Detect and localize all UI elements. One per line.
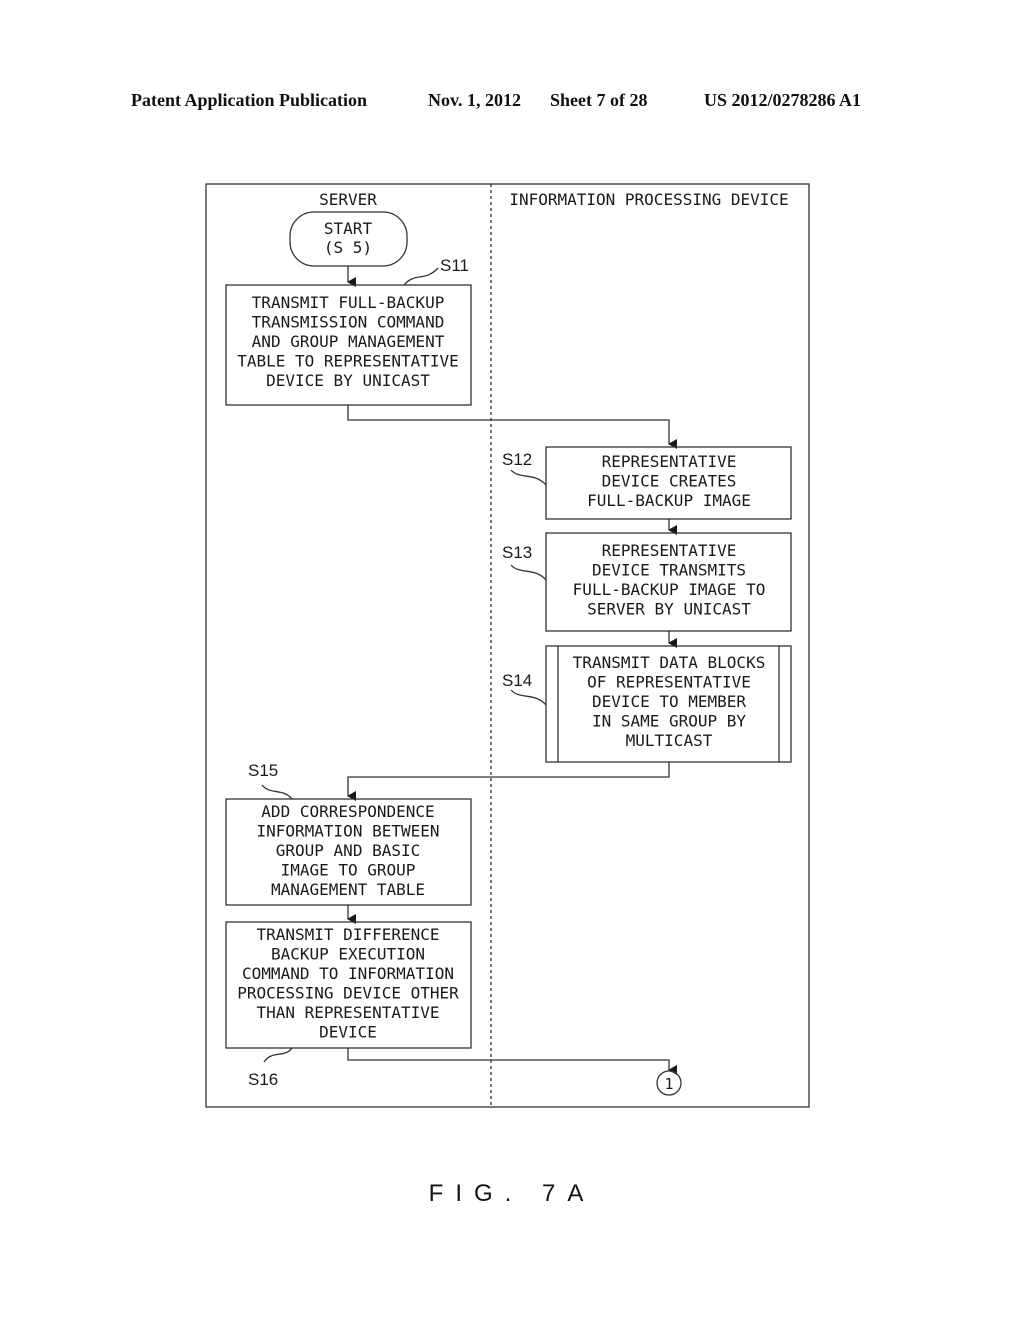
leader-s11 (403, 267, 439, 286)
step-s16-line: DEVICE (319, 1023, 377, 1042)
step-s15-line: MANAGEMENT TABLE (271, 880, 425, 899)
step-s13-text: REPRESENTATIVEDEVICE TRANSMITSFULL-BACKU… (573, 541, 766, 619)
step-s16-line: BACKUP EXECUTION (271, 945, 425, 964)
step-s15-line: GROUP AND BASIC (276, 841, 421, 860)
step-s13-line: FULL-BACKUP IMAGE TO (573, 580, 766, 599)
step-s13-line: SERVER BY UNICAST (587, 600, 751, 619)
step-s13-line: REPRESENTATIVE (602, 541, 737, 560)
step-s14-line: IN SAME GROUP BY (592, 712, 746, 731)
step-s14-line: OF REPRESENTATIVE (587, 673, 751, 692)
step-s15-line: IMAGE TO GROUP (281, 861, 416, 880)
step-s11-line: TRANSMISSION COMMAND (252, 313, 445, 332)
step-s12-line: FULL-BACKUP IMAGE (587, 491, 751, 510)
arrow-s14-s15 (347, 762, 670, 801)
step-s13-line: DEVICE TRANSMITS (592, 561, 746, 580)
step-s16-line: PROCESSING DEVICE OTHER (237, 984, 459, 1003)
step-s12-line: DEVICE CREATES (602, 472, 737, 491)
leader-s15 (261, 784, 293, 800)
lane-server-label: SERVER (319, 190, 377, 209)
step-s14-line: MULTICAST (626, 731, 713, 750)
leader-s16 (263, 1047, 293, 1063)
leader-s12 (510, 469, 547, 486)
leader-s13 (510, 564, 547, 581)
step-label-s11: S11 (440, 256, 469, 275)
step-s11-line: TRANSMIT FULL-BACKUP (252, 293, 445, 312)
step-label-s16: S16 (248, 1070, 278, 1089)
step-s15-line: INFORMATION BETWEEN (256, 822, 439, 841)
arrow-s16-connector (347, 1048, 677, 1075)
figure-label: FIG. 7A (428, 1180, 596, 1207)
step-s11-line: AND GROUP MANAGEMENT (252, 332, 445, 351)
step-s16-line: TRANSMIT DIFFERENCE (256, 925, 439, 944)
step-s11-text: TRANSMIT FULL-BACKUPTRANSMISSION COMMAND… (237, 293, 459, 390)
step-s15-line: ADD CORRESPONDENCE (261, 802, 434, 821)
flowchart: SERVER INFORMATION PROCESSING DEVICE STA… (205, 183, 810, 1108)
step-s12-text: REPRESENTATIVEDEVICE CREATESFULL-BACKUP … (587, 452, 751, 510)
step-s16-line: THAN REPRESENTATIVE (256, 1003, 439, 1022)
leader-s14 (510, 689, 547, 706)
step-s16-text: TRANSMIT DIFFERENCEBACKUP EXECUTIONCOMMA… (237, 925, 459, 1042)
lane-device-label: INFORMATION PROCESSING DEVICE (509, 190, 788, 209)
step-s11-line: DEVICE BY UNICAST (266, 371, 430, 390)
step-s14-text: TRANSMIT DATA BLOCKSOF REPRESENTATIVEDEV… (573, 653, 766, 750)
arrow-s11-s12 (347, 405, 677, 449)
step-label-s12: S12 (502, 450, 532, 469)
step-s15-text: ADD CORRESPONDENCEINFORMATION BETWEENGRO… (256, 802, 439, 899)
step-s11-line: TABLE TO REPRESENTATIVE (237, 352, 459, 371)
step-label-s14: S14 (502, 671, 532, 690)
start-ref: (S 5) (324, 238, 372, 257)
step-label-s15: S15 (248, 761, 278, 780)
step-s12-line: REPRESENTATIVE (602, 452, 737, 471)
step-s16-line: COMMAND TO INFORMATION (242, 964, 454, 983)
step-s14-line: DEVICE TO MEMBER (592, 692, 746, 711)
step-label-s13: S13 (502, 543, 532, 562)
start-text: START (324, 219, 373, 238)
connector-number: 1 (664, 1075, 673, 1093)
step-s14-line: TRANSMIT DATA BLOCKS (573, 653, 766, 672)
